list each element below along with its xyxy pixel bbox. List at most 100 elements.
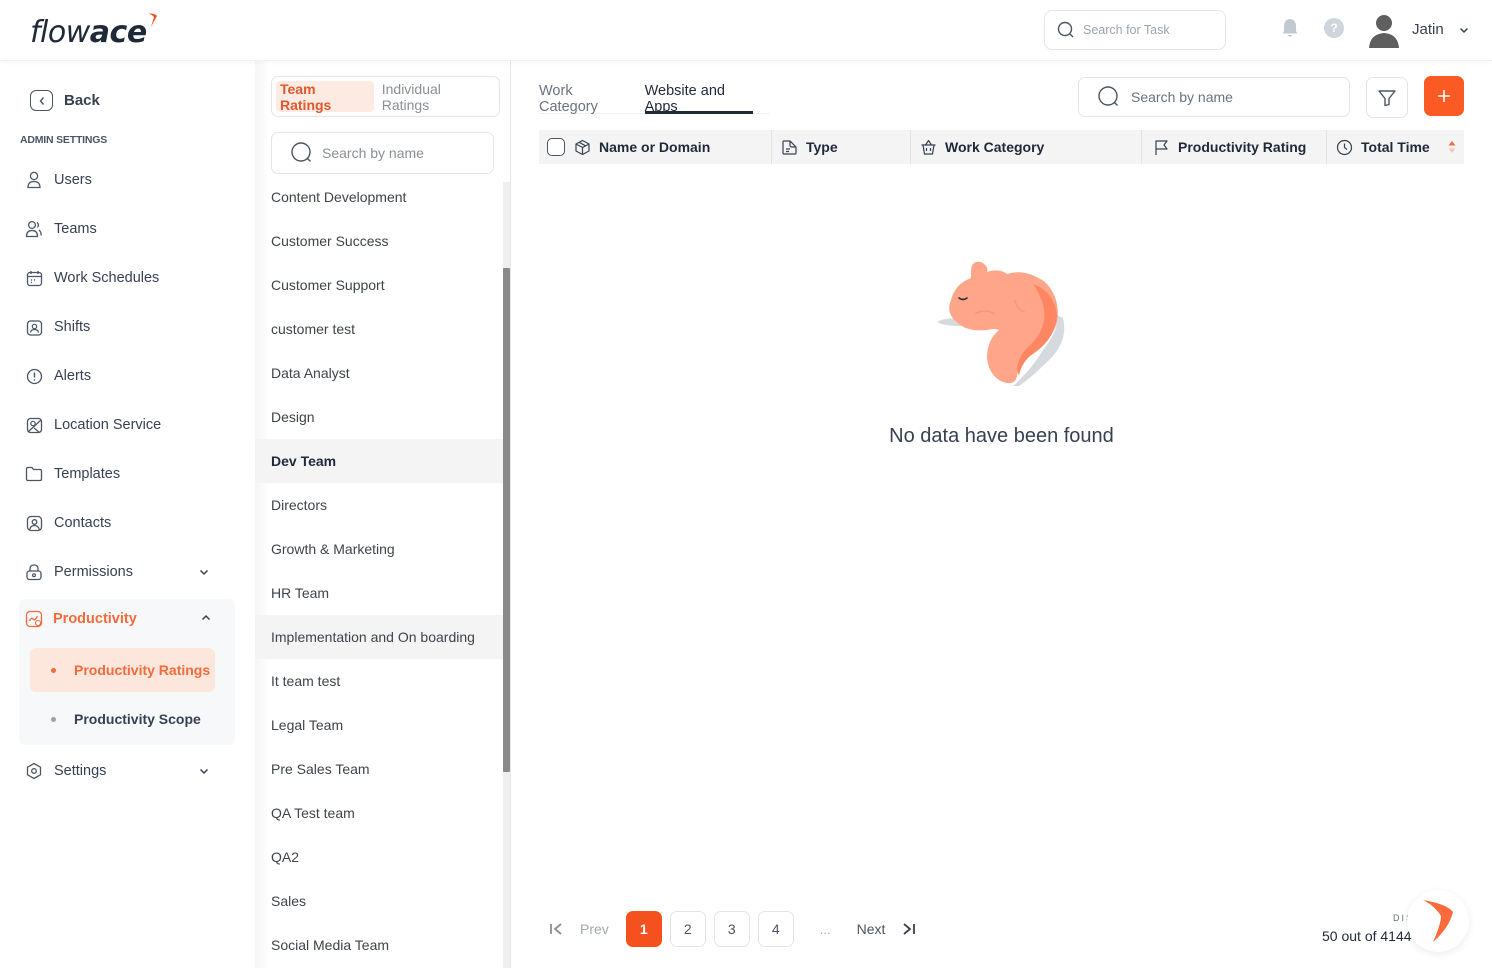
team-list-item[interactable]: QA2 [255,835,503,879]
team-list-item[interactable]: Dev Team [255,439,503,483]
flowace-logo[interactable]: flow ace [30,10,158,50]
sidebar-item-users[interactable]: Users [24,167,224,193]
back-button[interactable]: Back [30,90,100,111]
team-list-item[interactable]: Social Media Team [255,923,503,967]
productivity-group: Productivity Productivity Ratings Produc… [19,599,235,745]
sidebar-item-settings[interactable]: Settings [24,758,224,784]
column-productivity-rating[interactable]: Productivity Rating [1141,130,1326,164]
page-button-2[interactable]: 2 [669,911,706,947]
task-search-field[interactable] [1044,10,1226,50]
name-search-input[interactable] [1131,89,1331,105]
team-list-item[interactable]: QA Test team [255,791,503,835]
flowace-chevron-icon [1423,900,1453,942]
chevron-down-icon [199,768,209,775]
empty-state-message: No data have been found [889,425,1114,447]
team-list-item[interactable]: Data Analyst [255,351,503,395]
search-icon [291,142,311,162]
user-icon [24,170,44,190]
column-total-time[interactable]: Total Time [1326,130,1464,164]
sidebar-item-label: Settings [54,763,107,779]
productivity-icon [24,609,44,629]
sidebar-item-alerts[interactable]: Alerts [24,363,224,389]
team-list-item[interactable]: HR Team [255,571,503,615]
admin-sidebar: Back ADMIN SETTINGS Users Teams Work Sch… [0,61,255,968]
sidebar-item-label: Users [54,172,92,188]
pagination-ellipsis: ... [819,921,831,937]
tab-work-category[interactable]: Work Category [539,75,629,115]
filter-button[interactable] [1366,77,1408,118]
last-page-icon[interactable] [899,920,917,938]
help-icon[interactable]: ? [1324,18,1344,38]
page-button-3[interactable]: 3 [713,911,750,947]
notification-bell-icon[interactable] [1280,17,1300,39]
team-search-input[interactable] [322,145,482,161]
team-list-item[interactable]: Design [255,395,503,439]
team-list-item[interactable]: Directors [255,483,503,527]
sidebar-subitem-productivity-scope[interactable]: Productivity Scope [30,697,215,741]
logo-text-bold: ace [89,15,147,50]
page-button-4[interactable]: 4 [757,911,794,947]
individual-ratings-tab[interactable]: Individual Ratings [378,81,495,113]
prev-page-button[interactable]: Prev [580,921,609,937]
flowace-assistant-button[interactable] [1407,890,1469,952]
category-tabs: Work Category Website and Apps [539,75,769,115]
column-name-or-domain[interactable]: Name or Domain [539,130,771,164]
team-list-item[interactable]: Implementation and On boarding [255,615,503,659]
rating-type-toggle: Team Ratings Individual Ratings [271,76,500,117]
main-content: Work Category Website and Apps Name or D… [511,61,1492,968]
table-header: Name or Domain Type Work Category Produc… [539,130,1464,164]
filter-icon [1378,89,1396,106]
back-label: Back [64,92,100,109]
select-all-checkbox[interactable] [547,138,565,156]
settings-icon [24,761,44,781]
column-label: Productivity Rating [1178,139,1307,155]
team-list-item[interactable]: It team test [255,659,503,703]
sidebar-subitem-productivity-ratings[interactable]: Productivity Ratings [30,648,215,692]
sidebar-item-location-service[interactable]: Location Service [24,412,224,438]
calendar-icon [24,268,44,288]
add-button[interactable] [1424,76,1464,116]
chevron-down-icon[interactable] [1458,24,1470,36]
user-avatar[interactable] [1366,12,1402,48]
column-label: Total Time [1361,139,1430,155]
user-name[interactable]: Jatin [1412,21,1444,38]
column-work-category[interactable]: Work Category [910,130,1141,164]
page-button-1[interactable]: 1 [625,911,662,947]
team-list-item[interactable]: customer test [255,307,503,351]
team-ratings-tab[interactable]: Team Ratings [276,81,374,113]
sort-icon[interactable] [1448,140,1456,154]
team-list-item[interactable]: Legal Team [255,703,503,747]
column-type[interactable]: Type [771,130,910,164]
location-map-icon [24,415,44,435]
tab-website-and-apps[interactable]: Website and Apps [644,75,753,115]
sidebar-item-label: Productivity [53,611,137,627]
folder-icon [24,464,44,484]
plus-icon [1438,90,1450,102]
bullet-dot [51,667,56,673]
clock-icon [1335,138,1353,156]
team-list-item[interactable]: Content Development [255,175,503,219]
team-search-field[interactable] [271,132,494,174]
sidebar-item-templates[interactable]: Templates [24,461,224,487]
team-list-item[interactable]: Customer Success [255,219,503,263]
contact-icon [24,513,44,533]
name-search-field[interactable] [1078,77,1350,117]
sidebar-item-permissions[interactable]: Permissions [24,559,224,585]
sidebar-item-work-schedules[interactable]: Work Schedules [24,265,224,291]
sidebar-item-shifts[interactable]: Shifts [24,314,224,340]
first-page-icon[interactable] [548,920,566,938]
sidebar-item-label: Shifts [54,319,91,335]
alert-icon [24,366,44,386]
team-list-item[interactable]: Growth & Marketing [255,527,503,571]
sidebar-item-productivity[interactable]: Productivity [24,606,224,632]
team-list-item[interactable]: Customer Support [255,263,503,307]
team-list-item[interactable]: Pre Sales Team [255,747,503,791]
sidebar-item-contacts[interactable]: Contacts [24,510,224,536]
next-page-button[interactable]: Next [857,921,886,937]
task-search-input[interactable] [1083,23,1213,37]
team-list-item[interactable]: Sales [255,879,503,923]
sidebar-item-teams[interactable]: Teams [24,216,224,242]
team-list-scrollbar-thumb[interactable] [503,268,510,772]
sidebar-item-label: Permissions [54,564,133,580]
empty-state-squirrel-illustration [938,261,1065,386]
